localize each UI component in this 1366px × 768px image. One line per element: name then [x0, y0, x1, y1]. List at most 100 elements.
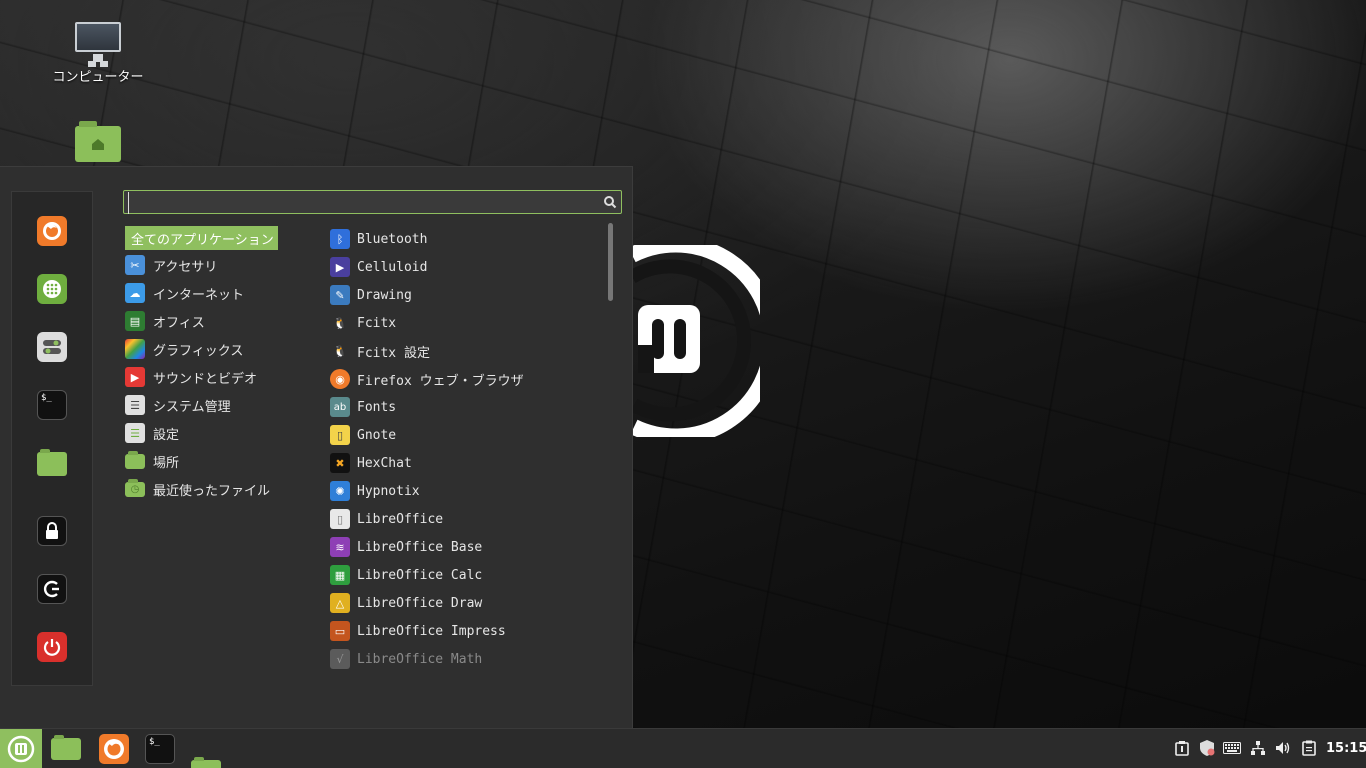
app-fcitx[interactable]: 🐧 Fcitx	[330, 311, 396, 335]
penguin-icon: 🐧	[333, 316, 347, 330]
network-icon[interactable]	[1249, 739, 1267, 757]
app-label: Fcitx	[357, 315, 397, 331]
start-menu-button[interactable]	[0, 729, 42, 768]
app-label: Firefox ウェブ・ブラウザ	[357, 373, 524, 389]
recent-folder-icon: ◷	[125, 478, 145, 497]
category-label: 最近使ったファイル	[153, 483, 271, 499]
category-label: グラフィックス	[153, 343, 244, 359]
folder-icon	[125, 450, 145, 469]
favorite-firefox[interactable]	[37, 216, 67, 246]
category-label: アクセサリ	[153, 259, 218, 275]
category-label: システム管理	[153, 399, 231, 415]
app-fonts[interactable]: ab Fonts	[330, 395, 396, 419]
app-list-scrollbar[interactable]	[608, 223, 613, 301]
notification-icon[interactable]	[1173, 739, 1191, 757]
app-label: LibreOffice Impress	[357, 623, 506, 639]
app-firefox[interactable]: ◉ Firefox ウェブ・ブラウザ	[330, 367, 524, 391]
app-label: Drawing	[357, 287, 412, 303]
favorites-bar: $_	[11, 191, 93, 686]
category-graphics[interactable]: グラフィックス	[125, 337, 243, 361]
app-fcitx-settings[interactable]: 🐧 Fcitx 設定	[330, 339, 430, 363]
app-label: Fcitx 設定	[357, 345, 430, 361]
libreoffice-draw-icon: △	[330, 593, 350, 613]
bluetooth-icon: ᛒ	[330, 229, 350, 249]
app-gnote[interactable]: ▯ Gnote	[330, 423, 396, 447]
app-label: LibreOffice Math	[357, 651, 483, 667]
category-label: オフィス	[153, 315, 205, 331]
firefox-icon: ◉	[330, 369, 350, 389]
app-libreoffice-calc[interactable]: ▦ LibreOffice Calc	[330, 563, 482, 587]
app-drawing[interactable]: ✎ Drawing	[330, 283, 412, 307]
firefox-icon	[43, 222, 61, 240]
app-label: Bluetooth	[357, 231, 428, 247]
app-libreoffice-impress[interactable]: ▭ LibreOffice Impress	[330, 619, 506, 643]
graphics-icon	[125, 339, 145, 359]
lock-icon	[46, 522, 58, 539]
application-menu: $_ 全てのアプリケーション ✂ アクセサリ ☁ インターネット ▤ オフィス …	[0, 166, 633, 728]
clipboard-icon[interactable]	[1300, 739, 1318, 757]
category-label: 設定	[153, 427, 180, 443]
category-sound-video[interactable]: ▶ サウンドとビデオ	[125, 365, 257, 389]
home-folder-icon	[75, 121, 121, 162]
logout-icon	[43, 580, 59, 598]
desktop-computer[interactable]: コンピューター	[43, 22, 153, 85]
favorite-software-manager[interactable]	[37, 274, 67, 304]
taskbar-firefox-launcher[interactable]	[99, 734, 129, 764]
app-label: LibreOffice	[357, 511, 444, 527]
clock[interactable]: 15:15	[1326, 741, 1366, 756]
app-label: LibreOffice Draw	[357, 595, 483, 611]
category-recent-files[interactable]: ◷ 最近使ったファイル	[125, 477, 270, 501]
category-office[interactable]: ▤ オフィス	[125, 309, 205, 333]
app-libreoffice-draw[interactable]: △ LibreOffice Draw	[330, 591, 482, 615]
penguin-icon: 🐧	[333, 344, 347, 358]
power-icon	[43, 639, 61, 656]
hypnotix-icon: ✺	[330, 481, 350, 501]
favorite-settings[interactable]	[37, 332, 67, 362]
category-preferences[interactable]: ☰ 設定	[125, 421, 179, 445]
settings-icon: ☰	[125, 423, 145, 443]
app-label: LibreOffice Base	[357, 539, 483, 555]
app-bluetooth[interactable]: ᛒ Bluetooth	[330, 227, 427, 251]
libreoffice-icon: ▯	[330, 509, 350, 529]
search-input[interactable]	[128, 191, 598, 214]
search-icon[interactable]	[603, 195, 617, 209]
favorite-terminal[interactable]: $_	[37, 390, 67, 420]
app-label: HexChat	[357, 455, 412, 471]
taskbar: $_ 15:15	[0, 728, 1366, 768]
category-places[interactable]: 場所	[125, 449, 179, 473]
shield-update-icon[interactable]	[1198, 739, 1216, 757]
app-libreoffice-math[interactable]: √ LibreOffice Math	[330, 647, 482, 671]
libreoffice-math-icon: √	[330, 649, 350, 669]
favorite-lock-screen[interactable]	[37, 516, 67, 546]
category-label: インターネット	[153, 287, 245, 303]
app-celluloid[interactable]: ▶ Celluloid	[330, 255, 427, 279]
monitor-icon	[75, 22, 121, 62]
app-libreoffice-base[interactable]: ≋ LibreOffice Base	[330, 535, 482, 559]
terminal-icon: $_	[41, 393, 52, 403]
favorite-logout[interactable]	[37, 574, 67, 604]
taskbar-terminal-launcher[interactable]: $_	[145, 734, 175, 764]
keyboard-icon[interactable]	[1223, 739, 1241, 757]
category-accessories[interactable]: ✂ アクセサリ	[125, 253, 217, 277]
desktop-home[interactable]	[43, 121, 153, 166]
volume-icon[interactable]	[1274, 739, 1292, 757]
category-administration[interactable]: ☰ システム管理	[125, 393, 231, 417]
drawing-icon: ✎	[330, 285, 350, 305]
gnote-icon: ▯	[330, 425, 350, 445]
favorite-shutdown[interactable]	[37, 632, 67, 662]
app-libreoffice[interactable]: ▯ LibreOffice	[330, 507, 443, 531]
play-icon: ▶	[125, 367, 145, 387]
app-label: Fonts	[357, 399, 397, 415]
app-hexchat[interactable]: ✖ HexChat	[330, 451, 412, 475]
mint-logo-icon	[7, 735, 35, 763]
celluloid-icon: ▶	[330, 257, 350, 277]
category-label: サウンドとビデオ	[153, 371, 258, 387]
taskbar-files-window[interactable]	[191, 757, 221, 768]
category-internet[interactable]: ☁ インターネット	[125, 281, 244, 305]
taskbar-files-launcher[interactable]	[51, 735, 81, 760]
category-all-applications[interactable]: 全てのアプリケーション	[125, 226, 278, 250]
cloud-icon: ☁	[125, 283, 145, 303]
app-hypnotix[interactable]: ✺ Hypnotix	[330, 479, 420, 503]
favorite-files[interactable]	[37, 449, 67, 476]
category-label: 全てのアプリケーション	[131, 232, 274, 248]
